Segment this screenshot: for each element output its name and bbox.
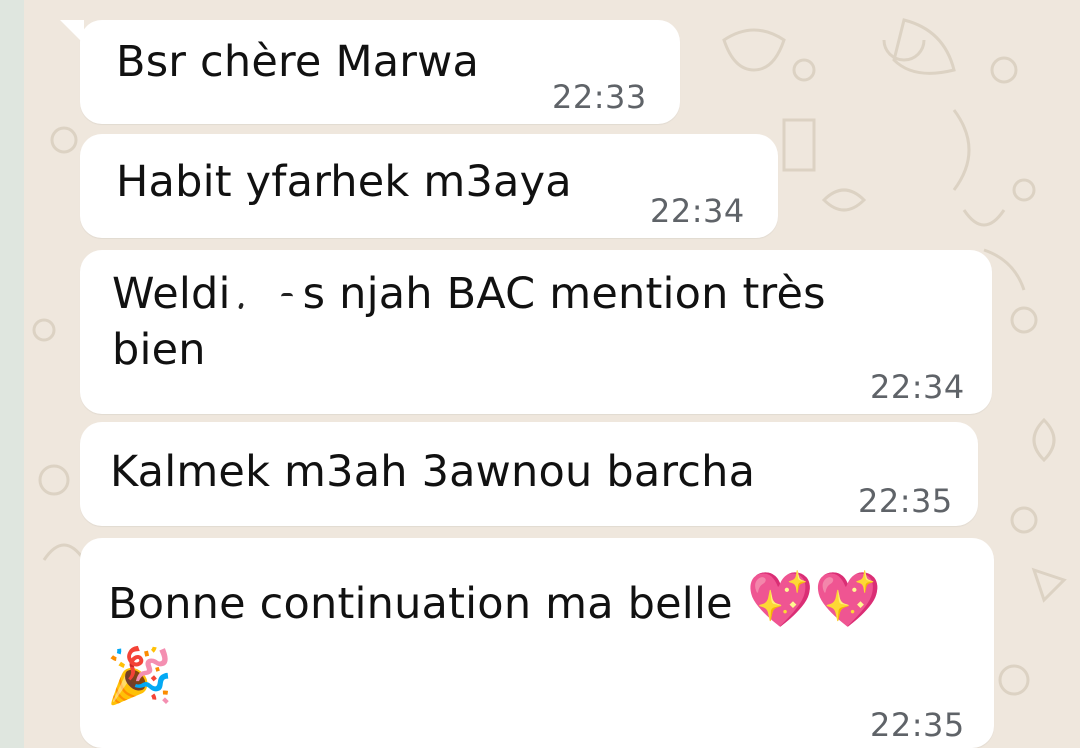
message-timestamp: 22:34 [650, 192, 745, 230]
message-bubble[interactable]: Bsr chère Marwa 22:33 [60, 20, 680, 124]
message-text: Kalmek m3ah 3awnou barcha [110, 447, 756, 497]
message-text: Bonne continuation ma belle 💖💖 [108, 570, 882, 632]
message-text-part: s njah BAC mention très [302, 269, 826, 319]
message-bubble[interactable]: Weldi s njah BAC mention très bien 22:34 [80, 250, 992, 414]
message-text: Weldi s njah BAC mention très [112, 266, 826, 322]
message-bubble[interactable]: Kalmek m3ah 3awnou barcha 22:35 [80, 422, 978, 526]
chat-screen: Bsr chère Marwa 22:33 Habit yfarhek m3ay… [0, 0, 1080, 748]
redacted-smudge [234, 276, 299, 317]
message-text: Bsr chère Marwa [116, 37, 480, 87]
message-timestamp: 22:35 [870, 706, 965, 744]
message-bubble[interactable]: Bonne continuation ma belle 💖💖 🎉 22:35 [80, 538, 994, 748]
message-text-part: Bonne continuation ma belle [108, 579, 733, 629]
message-timestamp: 22:35 [858, 482, 953, 520]
left-edge-strip [0, 0, 24, 748]
message-text-line2: bien [112, 325, 206, 375]
message-text: Habit yfarhek m3aya [116, 157, 572, 207]
message-timestamp: 22:33 [552, 78, 647, 116]
message-bubble[interactable]: Habit yfarhek m3aya 22:34 [80, 134, 778, 238]
party-popper-emoji: 🎉 [106, 644, 174, 707]
message-text-part: Weldi [112, 269, 231, 319]
sparkling-heart-emoji: 💖💖 [746, 568, 882, 631]
message-timestamp: 22:34 [870, 368, 965, 406]
